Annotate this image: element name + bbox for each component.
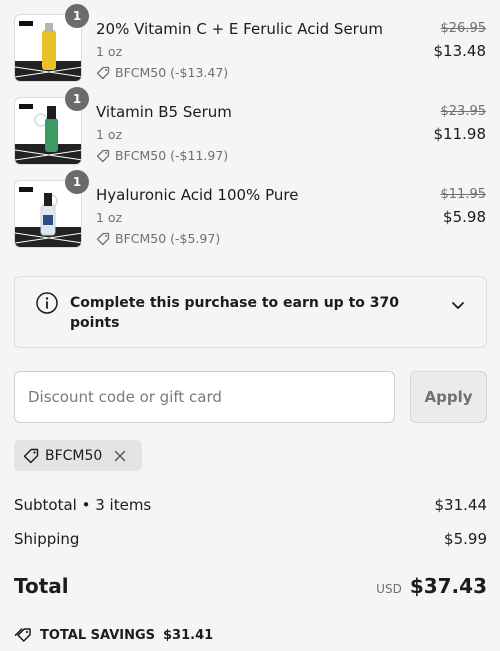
tag-icon <box>14 628 31 642</box>
total-value: $37.43 <box>409 574 487 598</box>
total-amount: USD $37.43 <box>376 574 487 598</box>
item-original-price: $11.95 <box>440 187 487 202</box>
savings-label: TOTAL SAVINGS <box>40 627 156 643</box>
line-item: 1 Vitamin B5 Serum 1 oz BFCM50 (-$11.97)… <box>14 87 488 165</box>
info-circle-icon <box>36 292 58 314</box>
item-name: Hyaluronic Acid 100% Pure <box>96 186 299 204</box>
item-name: 20% Vitamin C + E Ferulic Acid Serum <box>96 20 383 38</box>
subtotal-value: $31.44 <box>434 496 488 514</box>
item-discount: BFCM50 (-$11.97) <box>96 148 228 163</box>
item-price: $5.98 <box>443 208 486 226</box>
points-banner[interactable]: Complete this purchase to earn up to 370… <box>14 276 487 348</box>
shipping-row: Shipping $5.99 <box>14 530 487 548</box>
chevron-down-icon[interactable] <box>450 297 466 313</box>
item-original-price: $26.95 <box>440 21 487 36</box>
subtotal-label: Subtotal • 3 items <box>14 496 152 514</box>
applied-discount-code: BFCM50 <box>45 447 103 464</box>
tag-icon <box>96 66 110 79</box>
subtotal-row: Subtotal • 3 items $31.44 <box>14 496 487 514</box>
item-price: $11.98 <box>433 125 487 143</box>
shipping-value: $5.99 <box>444 530 487 548</box>
quantity-badge: 1 <box>65 4 89 28</box>
total-label: Total <box>14 574 69 598</box>
tag-icon <box>96 149 110 162</box>
discount-code-input[interactable] <box>14 371 395 423</box>
item-price: $13.48 <box>433 42 487 60</box>
tag-icon <box>23 448 39 463</box>
item-discount-text: BFCM50 (-$11.97) <box>115 148 229 163</box>
savings-value: $31.41 <box>163 627 214 643</box>
shipping-label: Shipping <box>14 530 80 548</box>
item-size: 1 oz <box>96 127 123 142</box>
item-discount-text: BFCM50 (-$5.97) <box>115 231 221 246</box>
quantity-badge: 1 <box>65 170 89 194</box>
close-icon[interactable] <box>114 450 126 462</box>
apply-button[interactable]: Apply <box>410 371 487 423</box>
applied-discount-chip: BFCM50 <box>14 440 142 471</box>
item-discount: BFCM50 (-$13.47) <box>96 65 228 80</box>
remove-discount-button[interactable] <box>114 450 126 462</box>
item-discount: BFCM50 (-$5.97) <box>96 231 220 246</box>
item-discount-text: BFCM50 (-$13.47) <box>115 65 229 80</box>
line-item: 1 Hyaluronic Acid 100% Pure 1 oz BFCM50 … <box>14 170 488 248</box>
total-savings: TOTAL SAVINGS $31.41 <box>14 627 213 643</box>
item-original-price: $23.95 <box>440 104 487 119</box>
points-text: Complete this purchase to earn up to 370… <box>70 295 399 331</box>
quantity-badge: 1 <box>65 87 89 111</box>
currency-code: USD <box>376 582 402 596</box>
item-name: Vitamin B5 Serum <box>96 103 232 121</box>
item-size: 1 oz <box>96 210 123 225</box>
tag-icon <box>96 232 110 245</box>
item-size: 1 oz <box>96 44 123 59</box>
line-item: 1 20% Vitamin C + E Ferulic Acid Serum 1… <box>14 4 488 82</box>
